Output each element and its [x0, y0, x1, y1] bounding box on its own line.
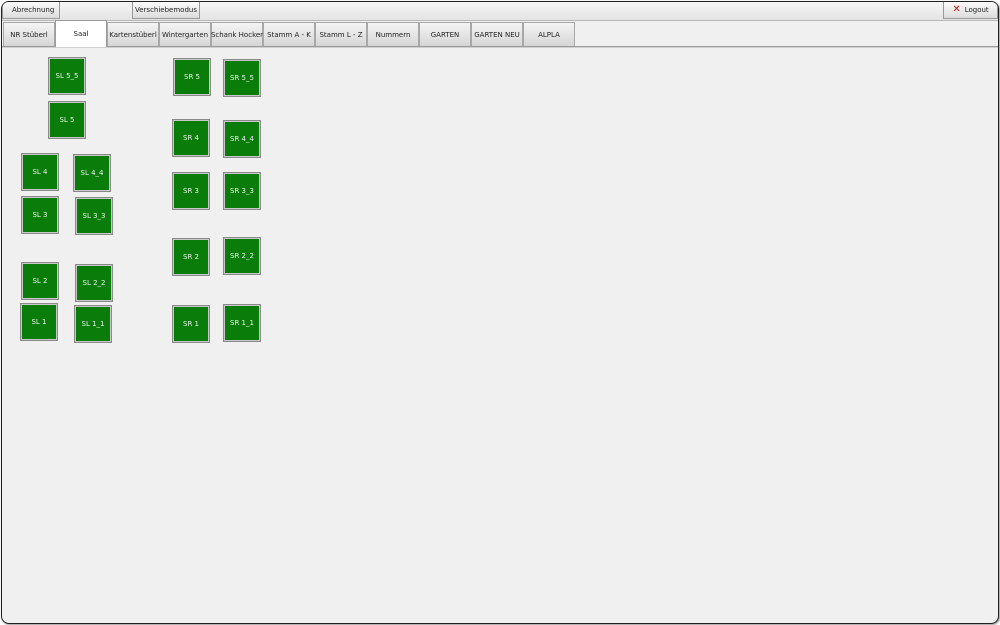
tab-stamm-l-z[interactable]: Stamm L - Z [315, 22, 367, 46]
table-sl-1[interactable]: SL 1 [20, 303, 58, 341]
tab-nummern[interactable]: Nummern [367, 22, 419, 46]
table-sr-5[interactable]: SR 5 [173, 58, 211, 96]
tab-divider [2, 46, 998, 48]
table-sl-3-3[interactable]: SL 3_3 [75, 197, 113, 235]
tab-saal[interactable]: Saal [55, 20, 107, 47]
top-toolbar: Abrechnung Verschiebemodus ✕ Logout [2, 2, 998, 21]
verschiebemodus-button[interactable]: Verschiebemodus [132, 2, 200, 19]
abrechnung-button[interactable]: Abrechnung [2, 2, 60, 19]
tab-nr-stuberl[interactable]: NR Stüberl [3, 22, 55, 46]
table-sr-1[interactable]: SR 1 [172, 305, 210, 343]
table-sl-3[interactable]: SL 3 [21, 196, 59, 234]
tab-wintergarten[interactable]: Wintergarten [159, 22, 211, 46]
table-sr-2-2[interactable]: SR 2_2 [223, 237, 261, 275]
table-sl-2[interactable]: SL 2 [21, 262, 59, 300]
table-sl-5[interactable]: SL 5 [48, 101, 86, 139]
room-tabs: NR Stüberl Saal Kartenstüberl Wintergart… [2, 20, 998, 47]
tab-alpla[interactable]: ALPLA [523, 22, 575, 46]
table-sr-4[interactable]: SR 4 [172, 119, 210, 157]
table-sr-3-3[interactable]: SR 3_3 [223, 172, 261, 210]
table-sl-1-1[interactable]: SL 1_1 [74, 305, 112, 343]
table-sl-2-2[interactable]: SL 2_2 [75, 264, 113, 302]
app-window: Abrechnung Verschiebemodus ✕ Logout NR S… [1, 1, 999, 624]
table-sr-3[interactable]: SR 3 [172, 172, 210, 210]
table-sr-2[interactable]: SR 2 [172, 238, 210, 276]
table-sl-4[interactable]: SL 4 [21, 153, 59, 191]
logout-label: Logout [964, 6, 989, 14]
table-sl-4-4[interactable]: SL 4_4 [73, 154, 111, 192]
table-sr-1-1[interactable]: SR 1_1 [223, 304, 261, 342]
table-sr-5-5[interactable]: SR 5_5 [223, 59, 261, 97]
logout-button[interactable]: ✕ Logout [943, 2, 998, 19]
tab-garten[interactable]: GARTEN [419, 22, 471, 46]
tab-garten-neu[interactable]: GARTEN NEU [471, 22, 523, 46]
tab-stamm-a-k[interactable]: Stamm A - K [263, 22, 315, 46]
table-sr-4-4[interactable]: SR 4_4 [223, 120, 261, 158]
floor-plan: SL 5_5 SL 5 SL 4 SL 4_4 SL 3 SL 3_3 SL 2… [2, 49, 998, 623]
tab-kartenstuberl[interactable]: Kartenstüberl [107, 22, 159, 46]
tab-schank-hocker[interactable]: Schank Hocker [211, 22, 263, 46]
close-x-icon: ✕ [952, 4, 961, 15]
table-sl-5-5[interactable]: SL 5_5 [48, 57, 86, 95]
